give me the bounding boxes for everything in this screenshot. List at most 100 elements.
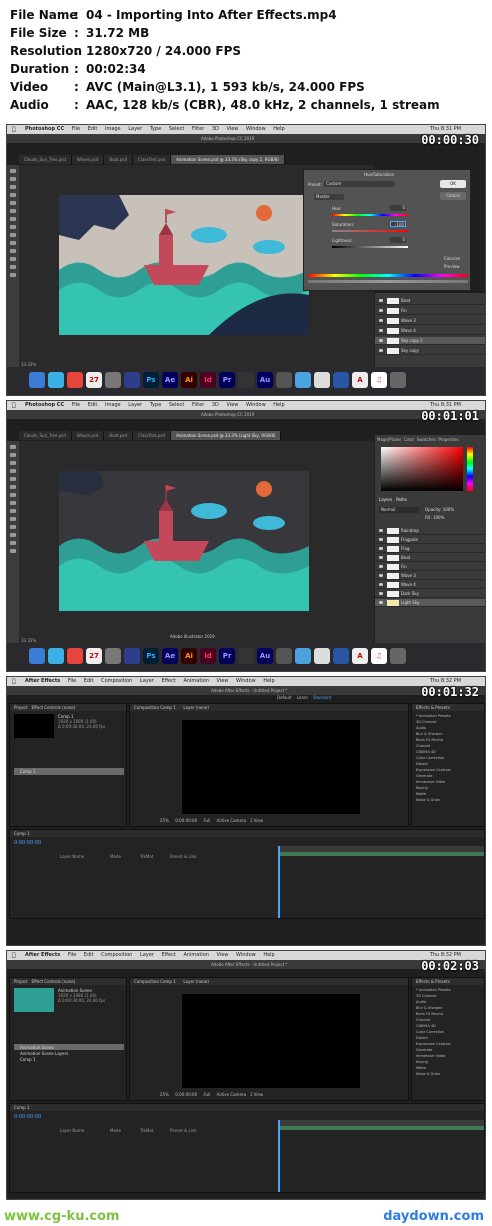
hand-tool-icon[interactable]: [10, 541, 16, 545]
crop-tool-icon[interactable]: [10, 477, 16, 481]
composition-tab[interactable]: Composition Comp 1: [134, 705, 176, 710]
menu-edit[interactable]: Edit: [84, 678, 94, 684]
hand-tool-icon[interactable]: [10, 265, 16, 269]
menu-select[interactable]: Select: [169, 402, 184, 408]
menu-effect[interactable]: Effect: [161, 952, 175, 958]
menu-type[interactable]: Type: [150, 126, 161, 132]
calendar-icon[interactable]: 27: [86, 648, 102, 664]
layer-row[interactable]: Raindrop: [375, 527, 485, 535]
color-picker-field[interactable]: [381, 447, 463, 491]
layer-row[interactable]: Wave 4: [375, 327, 485, 335]
app-name[interactable]: After Effects: [25, 952, 60, 958]
eye-icon[interactable]: [379, 319, 383, 322]
menu-composition[interactable]: Composition: [101, 678, 132, 684]
layer-row[interactable]: Flagpole: [375, 536, 485, 544]
menu-3d[interactable]: 3D: [212, 126, 219, 132]
effects-category[interactable]: Generate: [416, 774, 432, 778]
move-tool-icon[interactable]: [10, 169, 16, 173]
artwork-dark-sky[interactable]: [59, 471, 309, 611]
color-panel-tabs[interactable]: Mage/Picker Color Swatches Properties: [377, 437, 459, 442]
doc-tab-active[interactable]: Animation Scene.psd @ 33.3% (Light Sky, …: [171, 431, 282, 440]
effects-category[interactable]: Audio: [416, 726, 426, 730]
effects-category[interactable]: Boris FX Mocha: [416, 738, 443, 742]
after-effects-icon[interactable]: Ae: [162, 372, 178, 388]
eye-icon[interactable]: [379, 339, 383, 342]
menu-window[interactable]: Window: [246, 402, 266, 408]
system-prefs-icon[interactable]: [105, 372, 121, 388]
type-tool-icon[interactable]: [10, 533, 16, 537]
viewer-controls[interactable]: 25% 0:00:00:00 Full Active Camera 1 View: [160, 818, 263, 823]
menu-help[interactable]: Help: [273, 402, 284, 408]
saturation-input[interactable]: -100: [390, 221, 406, 227]
menu-select[interactable]: Select: [169, 126, 184, 132]
indesign-icon[interactable]: Id: [200, 372, 216, 388]
playhead[interactable]: [278, 846, 280, 918]
preview-checkbox[interactable]: Preview: [444, 264, 460, 269]
acrobat-icon[interactable]: A: [352, 648, 368, 664]
menu-effect[interactable]: Effect: [161, 678, 175, 684]
effects-category[interactable]: Immersive Video: [416, 780, 445, 784]
effect-controls-tab[interactable]: Effect Controls (none): [32, 705, 76, 710]
timeline-tab[interactable]: Comp 1: [10, 830, 484, 837]
effects-category[interactable]: Blur & Sharpen: [416, 732, 443, 736]
premiere-icon[interactable]: Pr: [219, 372, 235, 388]
appstore-icon[interactable]: [124, 372, 140, 388]
effects-category[interactable]: * Animation Presets: [416, 988, 451, 992]
doc-tab[interactable]: Waves.psd: [72, 155, 105, 164]
safari-icon[interactable]: [48, 372, 64, 388]
apple-icon[interactable]: : [12, 401, 16, 410]
effects-category[interactable]: Matte: [416, 792, 426, 796]
itunes-icon[interactable]: ♫: [371, 372, 387, 388]
timeline-timecode[interactable]: 0:00:00:00: [14, 840, 41, 846]
brush-tool-icon[interactable]: [10, 493, 16, 497]
eye-icon[interactable]: [379, 309, 383, 312]
layer-row[interactable]: Boat: [375, 554, 485, 562]
effects-category[interactable]: Boris FX Mocha: [416, 1012, 443, 1016]
itunes-icon[interactable]: ♫: [371, 648, 387, 664]
acrobat-icon[interactable]: A: [352, 372, 368, 388]
wand-tool-icon[interactable]: [10, 469, 16, 473]
menu-help[interactable]: Help: [273, 126, 284, 132]
illustrator-icon[interactable]: Ai: [181, 372, 197, 388]
effects-category[interactable]: Generate: [416, 1048, 432, 1052]
preset-select[interactable]: Custom: [324, 181, 394, 187]
doc-tab[interactable]: Clouds_Sun_Tree.psd: [19, 431, 72, 440]
eraser-tool-icon[interactable]: [10, 233, 16, 237]
finder-icon[interactable]: [29, 648, 45, 664]
menu-view[interactable]: View: [227, 402, 239, 408]
hue-strip[interactable]: [467, 447, 473, 491]
edge-icon[interactable]: [333, 372, 349, 388]
stamp-tool-icon[interactable]: [10, 225, 16, 229]
eye-icon[interactable]: [379, 583, 383, 586]
eye-icon[interactable]: [379, 329, 383, 332]
pen-tool-icon[interactable]: [10, 249, 16, 253]
layer-row-selected[interactable]: Light Sky: [375, 599, 485, 607]
eraser-tool-icon[interactable]: [10, 509, 16, 513]
layer-row[interactable]: Flag: [375, 545, 485, 553]
after-effects-icon[interactable]: Ae: [162, 648, 178, 664]
effects-category[interactable]: Color Correction: [416, 756, 444, 760]
doc-tab[interactable]: Waves.psd: [72, 431, 105, 440]
chrome-icon[interactable]: [67, 372, 83, 388]
timeline-timecode[interactable]: 0:00:00:00: [14, 1114, 41, 1120]
effects-category[interactable]: * Animation Presets: [416, 714, 451, 718]
effects-category[interactable]: Distort: [416, 1036, 428, 1040]
menu-edit[interactable]: Edit: [88, 402, 98, 408]
artwork-desaturated[interactable]: [59, 195, 309, 335]
effects-category[interactable]: 3D Channel: [416, 994, 436, 998]
menu-filter[interactable]: Filter: [192, 126, 204, 132]
menu-file[interactable]: File: [72, 402, 80, 408]
pen-tool-icon[interactable]: [10, 525, 16, 529]
blend-mode-select[interactable]: Normal: [379, 507, 419, 513]
eye-icon[interactable]: [379, 574, 383, 577]
notes-icon[interactable]: [295, 648, 311, 664]
gradient-tool-icon[interactable]: [10, 517, 16, 521]
apple-icon[interactable]: : [12, 125, 16, 134]
ok-button[interactable]: OK: [440, 180, 466, 188]
hue-slider[interactable]: [332, 214, 408, 216]
hue-input[interactable]: 0: [390, 205, 406, 211]
calendar-icon[interactable]: 27: [86, 372, 102, 388]
menu-layer[interactable]: Layer: [140, 678, 154, 684]
effects-category[interactable]: Channel: [416, 1018, 430, 1022]
work-area-bar[interactable]: [278, 1126, 484, 1130]
